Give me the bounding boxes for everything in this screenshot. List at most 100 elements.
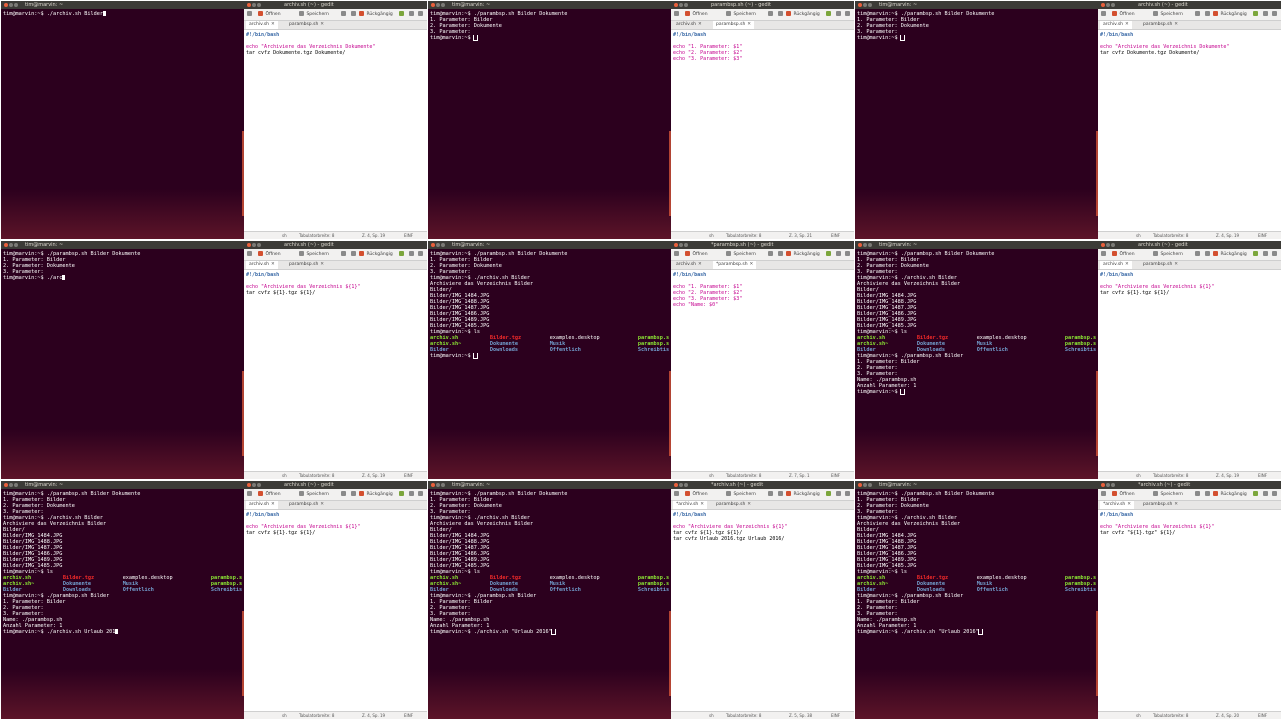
- search-button[interactable]: [836, 9, 842, 20]
- tab-width-selector[interactable]: Tabulatorbreite: 8: [1153, 712, 1188, 719]
- gedit-window[interactable]: archiv.sh (~) - gedit Öffnen Speichern R…: [244, 1, 427, 239]
- tab-close-icon[interactable]: ✕: [698, 262, 702, 267]
- minimize-icon[interactable]: [9, 242, 13, 247]
- document-tab[interactable]: archiv.sh ✕: [673, 261, 705, 269]
- gedit-window[interactable]: archiv.sh (~) - gedit Öffnen Speichern R…: [244, 241, 427, 479]
- new-document-button[interactable]: [1101, 9, 1107, 20]
- maximize-icon[interactable]: [441, 2, 445, 7]
- save-button[interactable]: Speichern: [1153, 489, 1183, 500]
- window-controls[interactable]: [674, 241, 689, 249]
- document-tab[interactable]: *archiv.sh ✕: [673, 501, 708, 509]
- minimize-icon[interactable]: [863, 482, 867, 487]
- document-tab[interactable]: archiv.sh ✕: [246, 501, 278, 509]
- thumbnail-tile[interactable]: tim@marvin: ~ tim@marvin:~$ ./parambsp.s…: [855, 481, 1281, 719]
- tab-width-selector[interactable]: Tabulatorbreite: 8: [299, 232, 334, 239]
- code-editor[interactable]: #!/bin/bash echo "1. Parameter: $1" echo "…: [671, 270, 854, 310]
- tab-width-selector[interactable]: Tabulatorbreite: 8: [726, 232, 761, 239]
- maximize-icon[interactable]: [868, 242, 872, 247]
- thumbnail-tile[interactable]: tim@marvin: ~ tim@marvin:~$ ./parambsp.s…: [428, 241, 854, 479]
- tab-close-icon[interactable]: ✕: [747, 22, 751, 27]
- window-controls[interactable]: [247, 241, 262, 249]
- gedit-window[interactable]: *archiv.sh (~) - gedit Öffnen Speichern …: [1098, 481, 1281, 719]
- gedit-window[interactable]: *parambsp.sh (~) - gedit Öffnen Speicher…: [671, 241, 854, 479]
- close-icon[interactable]: [247, 482, 251, 487]
- window-controls[interactable]: [4, 481, 19, 489]
- search-button[interactable]: [409, 249, 415, 260]
- redo-button[interactable]: [826, 249, 832, 260]
- terminal-output[interactable]: tim@marvin:~$ ./parambsp.sh Bilder Dokum…: [855, 249, 1098, 397]
- window-controls[interactable]: [858, 241, 873, 249]
- document-tab[interactable]: archiv.sh ✕: [246, 21, 278, 29]
- minimize-icon[interactable]: [436, 2, 440, 7]
- undo-button[interactable]: Rückgängig: [1213, 489, 1247, 500]
- document-tab[interactable]: parambsp.sh ✕: [713, 21, 755, 29]
- tab-close-icon[interactable]: ✕: [700, 502, 704, 507]
- language-selector[interactable]: sh: [282, 472, 287, 479]
- search-button[interactable]: [836, 249, 842, 260]
- maximize-icon[interactable]: [441, 242, 445, 247]
- close-icon[interactable]: [674, 2, 678, 7]
- open-button[interactable]: Öffnen: [685, 489, 708, 500]
- tab-close-icon[interactable]: ✕: [1174, 502, 1178, 507]
- replace-button[interactable]: [1272, 9, 1278, 20]
- window-controls[interactable]: [674, 1, 689, 9]
- close-icon[interactable]: [858, 2, 862, 7]
- print-button[interactable]: [341, 9, 347, 20]
- print-button[interactable]: [1195, 249, 1201, 260]
- new-document-button[interactable]: [247, 9, 253, 20]
- minimize-icon[interactable]: [863, 242, 867, 247]
- window-controls[interactable]: [247, 481, 262, 489]
- window-controls[interactable]: [858, 1, 873, 9]
- cut-button[interactable]: [1205, 249, 1211, 260]
- redo-button[interactable]: [399, 489, 405, 500]
- new-document-button[interactable]: [1101, 249, 1107, 260]
- undo-button[interactable]: Rückgängig: [359, 9, 393, 20]
- save-button[interactable]: Speichern: [299, 9, 329, 20]
- code-editor[interactable]: #!/bin/bash echo "Archiviere das Verzeich…: [244, 270, 427, 298]
- maximize-icon[interactable]: [868, 2, 872, 7]
- window-controls[interactable]: [247, 1, 262, 9]
- redo-button[interactable]: [1253, 9, 1259, 20]
- print-button[interactable]: [768, 249, 774, 260]
- tab-width-selector[interactable]: Tabulatorbreite: 8: [299, 712, 334, 719]
- maximize-icon[interactable]: [1111, 242, 1115, 247]
- minimize-icon[interactable]: [1106, 2, 1110, 7]
- open-button[interactable]: Öffnen: [1112, 489, 1135, 500]
- window-controls[interactable]: [858, 481, 873, 489]
- undo-button[interactable]: Rückgängig: [1213, 9, 1247, 20]
- minimize-icon[interactable]: [1106, 482, 1110, 487]
- thumbnail-tile[interactable]: tim@marvin: ~ tim@marvin:~$ ./parambsp.s…: [1, 481, 427, 719]
- minimize-icon[interactable]: [252, 482, 256, 487]
- undo-button[interactable]: Rückgängig: [359, 249, 393, 260]
- window-controls[interactable]: [431, 241, 446, 249]
- maximize-icon[interactable]: [684, 242, 688, 247]
- maximize-icon[interactable]: [257, 2, 261, 7]
- maximize-icon[interactable]: [257, 242, 261, 247]
- cut-button[interactable]: [351, 489, 357, 500]
- redo-button[interactable]: [826, 489, 832, 500]
- print-button[interactable]: [1195, 9, 1201, 20]
- window-controls[interactable]: [1101, 1, 1116, 9]
- tab-close-icon[interactable]: ✕: [1125, 262, 1129, 267]
- close-icon[interactable]: [674, 482, 678, 487]
- close-icon[interactable]: [431, 242, 435, 247]
- language-selector[interactable]: sh: [709, 472, 714, 479]
- tab-width-selector[interactable]: Tabulatorbreite: 8: [726, 712, 761, 719]
- language-selector[interactable]: sh: [709, 712, 714, 719]
- redo-button[interactable]: [399, 9, 405, 20]
- new-document-button[interactable]: [674, 249, 680, 260]
- close-icon[interactable]: [431, 482, 435, 487]
- language-selector[interactable]: sh: [1136, 232, 1141, 239]
- maximize-icon[interactable]: [868, 482, 872, 487]
- save-button[interactable]: Speichern: [1153, 9, 1183, 20]
- open-button[interactable]: Öffnen: [258, 9, 281, 20]
- replace-button[interactable]: [418, 9, 424, 20]
- document-tab[interactable]: archiv.sh ✕: [673, 21, 705, 29]
- window-controls[interactable]: [1101, 481, 1116, 489]
- undo-button[interactable]: Rückgängig: [786, 249, 820, 260]
- code-editor[interactable]: #!/bin/bash echo "Archiviere das Verzeich…: [1098, 510, 1281, 538]
- save-button[interactable]: Speichern: [299, 489, 329, 500]
- minimize-icon[interactable]: [9, 482, 13, 487]
- document-tab[interactable]: parambsp.sh ✕: [1140, 501, 1181, 509]
- close-icon[interactable]: [858, 482, 862, 487]
